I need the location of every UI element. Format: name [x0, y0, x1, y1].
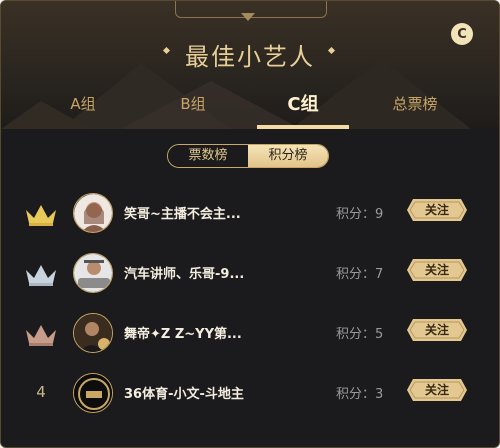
tab-a[interactable]: A组 [51, 93, 115, 114]
header: 最佳小艺人 C A组 B组 C组 总票榜 [1, 1, 499, 129]
list-item: 舞帝✦Z Z~YY第... 积分：5 关注 [1, 303, 499, 363]
list-item: 汽车讲师、乐哥-9... 积分：7 关注 [1, 243, 499, 303]
follow-button-label: 关注 [424, 263, 449, 277]
ranking-type-toggle: 票数榜 积分榜 [167, 144, 329, 168]
coin-icon-label: C [457, 26, 467, 42]
list-item: 4 36体育-小文-斗地主 积分：3 关注 [1, 363, 499, 423]
follow-button-label: 关注 [424, 383, 449, 397]
list-item: 笑哥~主播不会主... 积分：9 关注 [1, 183, 499, 243]
follow-button-label: 关注 [424, 323, 449, 337]
avatar[interactable] [73, 373, 113, 413]
page-title: 最佳小艺人 [185, 43, 315, 71]
active-tab-indicator [257, 125, 349, 129]
avatar[interactable] [73, 313, 113, 353]
avatar[interactable] [73, 253, 113, 293]
tab-b[interactable]: B组 [161, 93, 225, 114]
score: 积分：5 [336, 327, 384, 342]
streamer-name[interactable]: 汽车讲师、乐哥-9... [124, 263, 244, 282]
points-ranking-button[interactable]: 积分榜 [248, 145, 328, 167]
streamer-name[interactable]: 36体育-小文-斗地主 [124, 383, 244, 402]
tab-total[interactable]: 总票榜 [379, 93, 451, 114]
bronze-crown-icon [26, 325, 56, 346]
avatar[interactable] [73, 193, 113, 233]
notch-arrow-icon [241, 13, 255, 21]
silver-crown-icon [26, 265, 56, 286]
score: 积分：9 [336, 207, 384, 222]
streamer-name[interactable]: 笑哥~主播不会主... [124, 203, 241, 222]
leaderboard-panel: 最佳小艺人 C A组 B组 C组 总票榜 票数榜 积分榜 笑哥~主播不会主...… [0, 0, 500, 448]
live-badge-icon [98, 338, 110, 350]
votes-ranking-button[interactable]: 票数榜 [168, 145, 248, 167]
gold-crown-icon [26, 205, 56, 226]
rank-number: 4 [36, 383, 46, 401]
streamer-name[interactable]: 舞帝✦Z Z~YY第... [124, 323, 242, 342]
coin-icon[interactable]: C [451, 23, 473, 45]
follow-button-label: 关注 [424, 203, 449, 217]
tab-c[interactable]: C组 [267, 90, 339, 116]
score: 积分：7 [336, 267, 384, 282]
score: 积分：3 [336, 387, 384, 402]
